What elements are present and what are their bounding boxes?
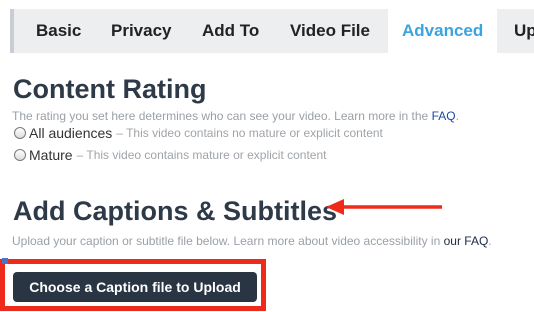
faq-link[interactable]: FAQ — [432, 109, 456, 123]
upload-caption-button[interactable]: Choose a Caption file to Upload — [13, 272, 257, 302]
captions-title: Add Captions & Subtitles — [13, 196, 337, 226]
content-rating-title: Content Rating — [13, 74, 207, 104]
rating-option-all-audiences[interactable]: All audiences – This video contains no m… — [14, 125, 383, 141]
tab-privacy[interactable]: Privacy — [111, 9, 172, 53]
annotation-arrow-icon — [326, 199, 442, 215]
all-audiences-label[interactable]: All audiences — [29, 125, 112, 141]
content-rating-description: The rating you set here determines who c… — [12, 109, 459, 123]
tab-upgrade[interactable]: Upg — [514, 9, 534, 53]
all-audiences-radio[interactable] — [14, 127, 26, 139]
rating-option-mature[interactable]: Mature – This video contains mature or e… — [14, 147, 327, 163]
selection-handle-icon — [2, 258, 8, 264]
tab-video-file[interactable]: Video File — [290, 9, 370, 53]
mature-label[interactable]: Mature — [29, 147, 73, 163]
tab-basic[interactable]: Basic — [36, 9, 81, 53]
our-faq-link[interactable]: our FAQ — [444, 234, 489, 248]
tab-advanced[interactable]: Advanced — [388, 9, 498, 53]
mature-radio[interactable] — [14, 149, 26, 161]
mature-note: – This video contains mature or explicit… — [76, 148, 327, 162]
captions-description: Upload your caption or subtitle file bel… — [12, 234, 492, 248]
all-audiences-note: – This video contains no mature or expli… — [116, 126, 383, 140]
tab-bar: Basic Privacy Add To Video File Advanced… — [10, 9, 534, 53]
tab-add-to[interactable]: Add To — [202, 9, 259, 53]
